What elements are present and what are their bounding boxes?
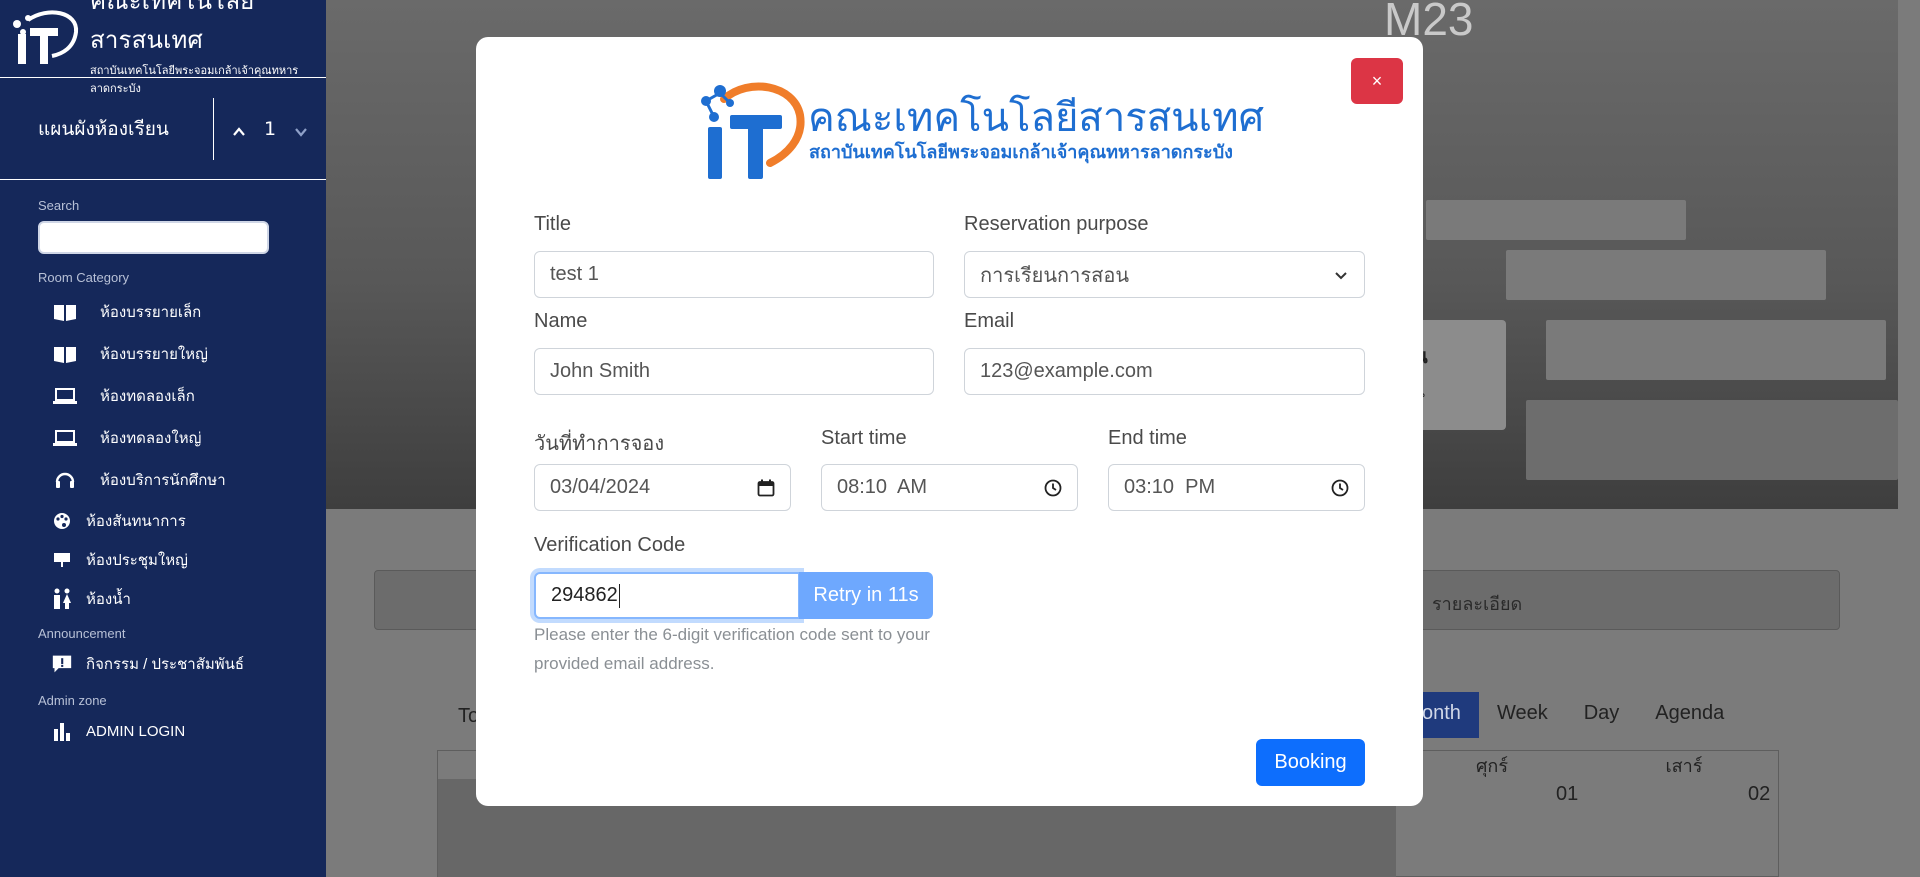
brand-title: คณะเทคโนโลยีสารสนเทศ bbox=[90, 0, 255, 54]
verification-code-value: 294862 bbox=[551, 584, 618, 606]
sidebar-item-student-service[interactable]: ห้องบริการนักศึกษา bbox=[52, 459, 326, 501]
sidebar-item-label: ห้องสันทนาการ bbox=[86, 512, 186, 530]
bar-chart-icon bbox=[52, 721, 72, 741]
sidebar-item-recreation[interactable]: ห้องสันทนาการ bbox=[52, 501, 326, 540]
sidebar-item-announcement[interactable]: กิจกรรม / ประชาสัมพันธ์ bbox=[52, 641, 326, 687]
calendar-view-tabs: onth Week Day Agenda bbox=[1382, 692, 1742, 738]
admin-zone-label: Admin zone bbox=[38, 693, 107, 708]
search-label: Search bbox=[38, 198, 80, 213]
purpose-select[interactable]: การเรียนการสอน bbox=[964, 251, 1365, 298]
faculty-logo: คณะเทคโนโลยีสารสนเทศ สถาบันเทคโนโลยีพระจ… bbox=[694, 77, 1264, 185]
it-logo-icon bbox=[701, 82, 805, 179]
headset-icon bbox=[52, 469, 78, 491]
close-button[interactable]: × bbox=[1351, 58, 1403, 104]
title-label: Title bbox=[534, 213, 572, 235]
restroom-icon bbox=[52, 588, 72, 610]
verification-code-input[interactable]: 294862 bbox=[534, 572, 800, 619]
sidebar-item-label: ห้องบริการนักศึกษา bbox=[100, 472, 226, 489]
title-field[interactable]: test 1 bbox=[534, 251, 934, 298]
sidebar-item-label: ห้องทดลองเล็ก bbox=[100, 388, 195, 405]
start-time-value: 08:10 AM bbox=[837, 476, 928, 498]
sidebar-item-restroom[interactable]: ห้องน้ำ bbox=[52, 579, 326, 618]
clock-icon[interactable] bbox=[1044, 479, 1062, 497]
email-label: Email bbox=[964, 310, 1015, 332]
chevron-down-icon bbox=[1333, 267, 1349, 283]
text-caret bbox=[618, 583, 620, 608]
search-input[interactable] bbox=[38, 221, 269, 254]
sidebar-brand[interactable]: คณะเทคโนโลยีสารสนเทศ สถาบันเทคโนโลยีพระจ… bbox=[0, 0, 326, 95]
floor-label: แผนผังห้องเรียน bbox=[38, 118, 169, 140]
sidebar-item-label: ห้องน้ำ bbox=[86, 590, 131, 608]
detail-label: รายละเอียด bbox=[1432, 594, 1523, 614]
room-category-label: Room Category bbox=[38, 270, 130, 285]
announcement-label: Announcement bbox=[38, 626, 126, 641]
sidebar: คณะเทคโนโลยีสารสนเทศ สถาบันเทคโนโลยีพระจ… bbox=[0, 0, 326, 877]
name-value: John Smith bbox=[550, 360, 651, 382]
calendar-icon[interactable] bbox=[757, 479, 775, 497]
sidebar-item-large-lecture[interactable]: ห้องบรรยายใหญ่ bbox=[52, 333, 326, 375]
date-value: 03/04/2024 bbox=[550, 476, 651, 498]
calendar-day-number[interactable]: 01 bbox=[1556, 783, 1578, 806]
book-icon bbox=[52, 344, 78, 364]
verification-code-label: Verification Code bbox=[534, 534, 686, 556]
sidebar-item-label: ADMIN LOGIN bbox=[86, 722, 186, 740]
sidebar-item-admin-login[interactable]: ADMIN LOGIN bbox=[52, 708, 326, 754]
sidebar-item-label: ห้องทดลองใหญ่ bbox=[100, 430, 202, 447]
laptop-icon bbox=[52, 387, 78, 405]
calendar-day-number[interactable]: 02 bbox=[1748, 783, 1770, 806]
start-time-field[interactable]: 08:10 AM bbox=[821, 464, 1078, 511]
calendar-day-head: เสาร์ bbox=[1665, 756, 1703, 776]
tab-week[interactable]: Week bbox=[1479, 692, 1566, 738]
sidebar-item-label: ห้องบรรยายใหญ่ bbox=[100, 346, 208, 363]
clock-icon[interactable] bbox=[1331, 479, 1349, 497]
floor-number: 1 bbox=[264, 117, 277, 140]
end-time-value: 03:10 PM bbox=[1124, 476, 1216, 498]
sidebar-item-small-lab[interactable]: ห้องทดลองเล็ก bbox=[52, 375, 326, 417]
verification-help-text: Please enter the 6-digit verification co… bbox=[534, 625, 930, 673]
chevron-up-icon[interactable] bbox=[232, 122, 246, 136]
purpose-label: Reservation purpose bbox=[964, 213, 1149, 235]
calendar-day-head: ศุกร์ bbox=[1476, 756, 1508, 776]
email-value: 123@example.com bbox=[980, 360, 1153, 382]
alert-message-icon bbox=[52, 653, 72, 675]
sidebar-item-meeting-room[interactable]: ห้องประชุมใหญ่ bbox=[52, 540, 326, 579]
it-logo-icon bbox=[8, 8, 80, 70]
sidebar-item-label: ห้องบรรยายเล็ก bbox=[100, 304, 202, 321]
title-value: test 1 bbox=[550, 263, 599, 285]
sidebar-item-label: กิจกรรม / ประชาสัมพันธ์ bbox=[86, 656, 245, 673]
name-label: Name bbox=[534, 310, 588, 332]
retry-button[interactable]: Retry in 11s bbox=[799, 572, 933, 619]
name-field[interactable]: John Smith bbox=[534, 348, 934, 395]
presentation-icon bbox=[52, 552, 72, 568]
sidebar-item-label: ห้องประชุมใหญ่ bbox=[86, 551, 188, 569]
tab-agenda[interactable]: Agenda bbox=[1637, 692, 1742, 738]
date-field[interactable]: 03/04/2024 bbox=[534, 464, 791, 511]
palette-icon bbox=[52, 512, 72, 530]
floor-divider bbox=[213, 98, 214, 160]
end-time-field[interactable]: 03:10 PM bbox=[1108, 464, 1365, 511]
booking-button[interactable]: Booking bbox=[1256, 739, 1365, 786]
sidebar-item-large-lab[interactable]: ห้องทดลองใหญ่ bbox=[52, 417, 326, 459]
booking-modal: × คณะเทคโนโลยีสารสนเทศ สถาบันเทคโนโลยีพร… bbox=[476, 37, 1423, 806]
laptop-icon bbox=[52, 429, 78, 447]
date-label: วันที่ทำการจอง bbox=[534, 433, 665, 455]
purpose-value: การเรียนการสอน bbox=[980, 264, 1130, 287]
end-time-label: End time bbox=[1108, 427, 1187, 449]
logo-subtitle: สถาบันเทคโนโลยีพระจอมเกล้าเจ้าคุณทหารลาด… bbox=[809, 142, 1233, 162]
floor-selector: แผนผังห้องเรียน 1 bbox=[0, 78, 326, 180]
start-time-label: Start time bbox=[821, 427, 907, 449]
chevron-down-icon[interactable] bbox=[294, 122, 308, 137]
email-field[interactable]: 123@example.com bbox=[964, 348, 1365, 395]
book-icon bbox=[52, 302, 78, 322]
sidebar-item-small-lecture[interactable]: ห้องบรรยายเล็ก bbox=[52, 291, 326, 333]
tab-day[interactable]: Day bbox=[1566, 692, 1638, 738]
